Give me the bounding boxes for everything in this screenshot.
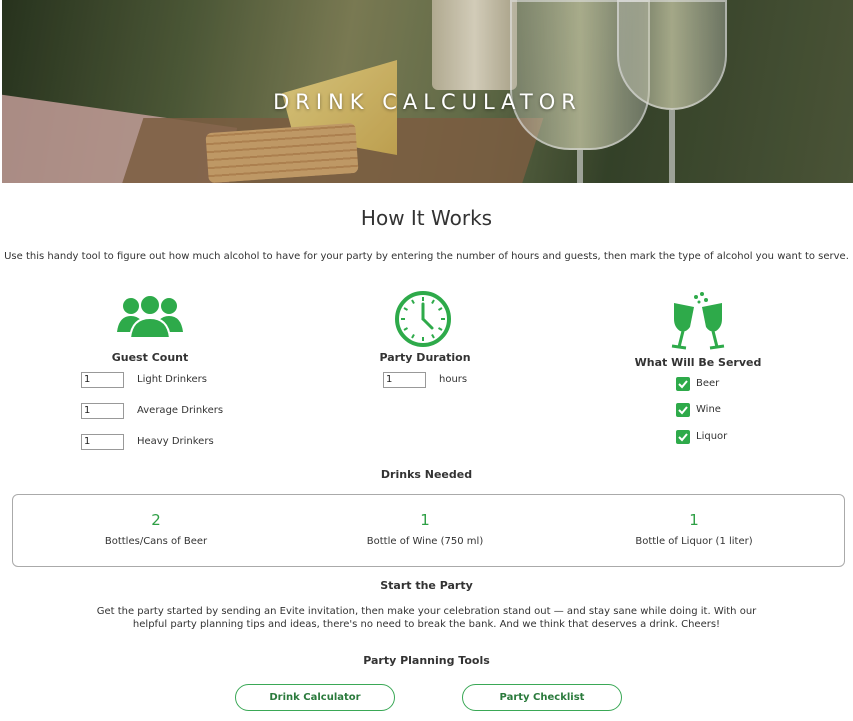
average-drinkers-label: Average Drinkers	[137, 405, 224, 416]
how-it-works-heading: How It Works	[360, 206, 493, 230]
hours-input[interactable]: 1	[383, 372, 426, 388]
liquor-label: Liquor	[696, 431, 728, 442]
beer-checkbox[interactable]	[676, 377, 690, 391]
wine-result-label: Bottle of Wine (750 ml)	[366, 536, 484, 547]
clock-icon	[394, 290, 452, 353]
checkmark-icon	[678, 406, 688, 415]
drink-calculator-button[interactable]: Drink Calculator	[235, 684, 395, 711]
served-label: What Will Be Served	[634, 356, 762, 369]
liquor-count: 1	[689, 511, 699, 529]
wine-count: 1	[420, 511, 430, 529]
light-drinkers-input[interactable]: 1	[81, 372, 124, 388]
beer-result-label: Bottles/Cans of Beer	[104, 536, 208, 547]
hero-title: DRINK CALCULATOR	[273, 90, 582, 114]
checkmark-icon	[678, 433, 688, 442]
guest-count-label: Guest Count	[111, 351, 189, 364]
hero-banner: DRINK CALCULATOR	[2, 0, 853, 183]
checkmark-icon	[678, 380, 688, 389]
champagne-toast-icon	[666, 291, 730, 356]
drinks-needed-heading: Drinks Needed	[380, 468, 473, 481]
start-party-heading: Start the Party	[380, 579, 473, 592]
party-checklist-button[interactable]: Party Checklist	[462, 684, 622, 711]
guests-icon	[117, 292, 183, 345]
drinks-results-panel	[12, 494, 845, 567]
beer-count: 2	[151, 511, 161, 529]
start-party-text: Get the party started by sending an Evit…	[96, 606, 757, 630]
party-duration-label: Party Duration	[379, 351, 471, 364]
beer-label: Beer	[696, 378, 720, 389]
liquor-result-label: Bottle of Liquor (1 liter)	[635, 536, 753, 547]
liquor-checkbox[interactable]	[676, 430, 690, 444]
planning-tools-heading: Party Planning Tools	[363, 654, 490, 667]
heavy-drinkers-label: Heavy Drinkers	[137, 436, 214, 447]
heavy-drinkers-input[interactable]: 1	[81, 434, 124, 450]
hours-label: hours	[439, 374, 468, 385]
wine-label: Wine	[696, 404, 721, 415]
wine-checkbox[interactable]	[676, 403, 690, 417]
average-drinkers-input[interactable]: 1	[81, 403, 124, 419]
light-drinkers-label: Light Drinkers	[137, 374, 207, 385]
intro-text: Use this handy tool to figure out how mu…	[4, 251, 849, 262]
